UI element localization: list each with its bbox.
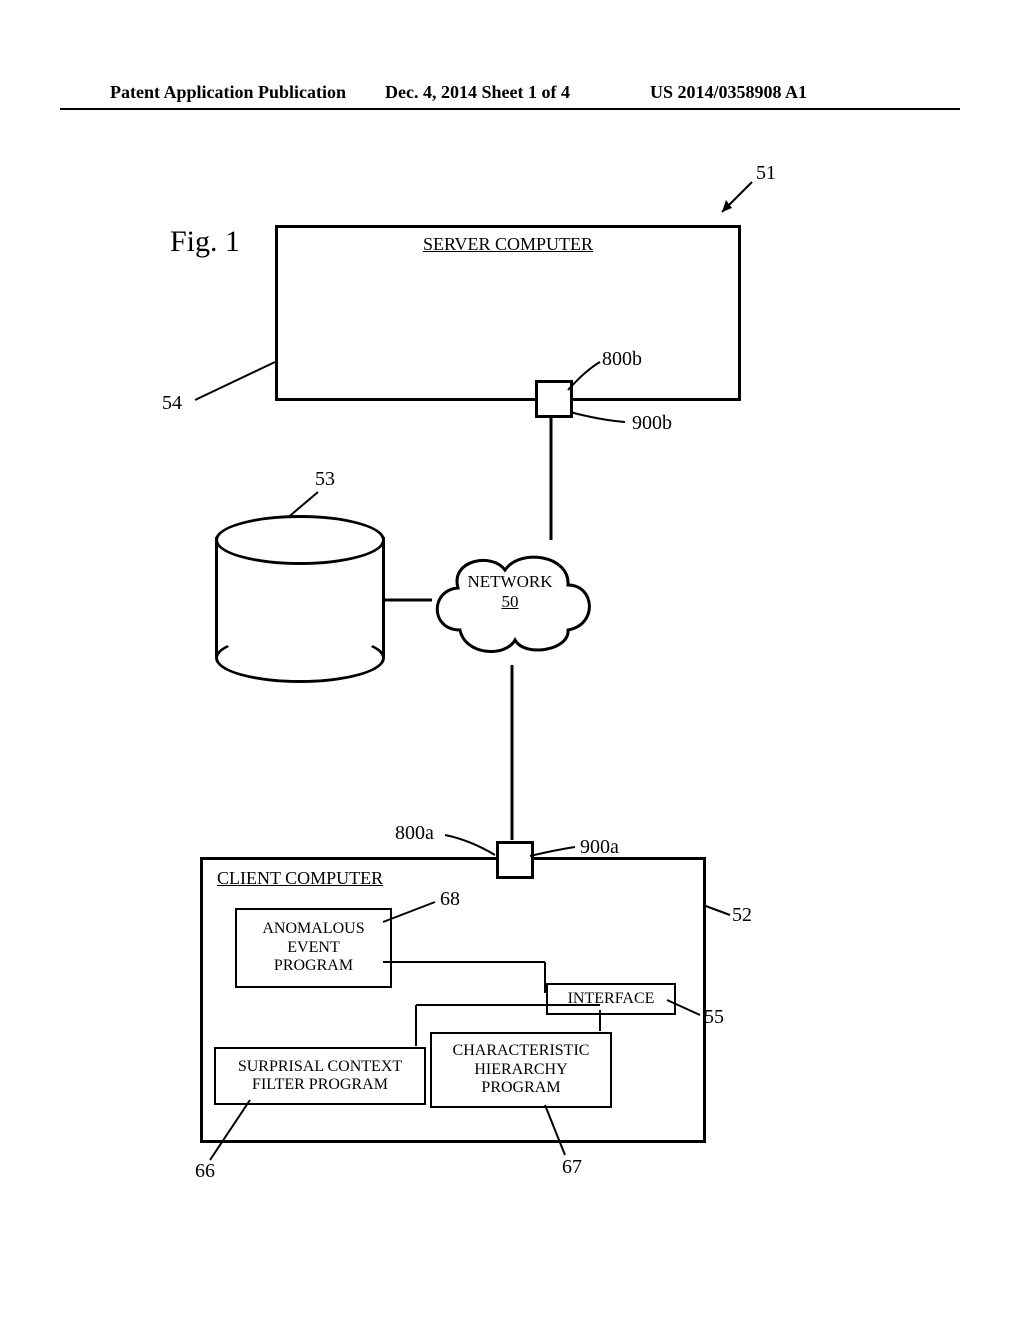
interface-label: INTERFACE bbox=[568, 990, 655, 1008]
ref-800b: 800b bbox=[602, 348, 642, 371]
anomalous-l2: EVENT bbox=[287, 939, 339, 957]
port-800a-box bbox=[496, 841, 534, 879]
header-center: Dec. 4, 2014 Sheet 1 of 4 bbox=[385, 82, 570, 103]
ref-52: 52 bbox=[732, 904, 752, 927]
network-id: 50 bbox=[420, 592, 600, 612]
page: Patent Application Publication Dec. 4, 2… bbox=[0, 0, 1024, 1320]
anomalous-l1: ANOMALOUS bbox=[262, 920, 364, 938]
ref-900b: 900b bbox=[632, 412, 672, 435]
network-label: NETWORK bbox=[420, 530, 600, 592]
ref-68: 68 bbox=[440, 888, 460, 911]
database-cylinder-icon bbox=[215, 515, 385, 685]
client-computer-title: CLIENT COMPUTER bbox=[217, 868, 383, 889]
ref-51: 51 bbox=[756, 162, 776, 185]
ref-800a: 800a bbox=[395, 822, 434, 845]
characteristic-hierarchy-program-box: CHARACTERISTIC HIERARCHY PROGRAM bbox=[430, 1032, 612, 1108]
ref-53: 53 bbox=[315, 468, 335, 491]
network-cloud-label: NETWORK 50 bbox=[420, 530, 600, 612]
scf-l2: FILTER PROGRAM bbox=[252, 1076, 388, 1094]
server-computer-title: SERVER COMPUTER bbox=[278, 234, 738, 255]
port-800b-box bbox=[535, 380, 573, 418]
chp-l3: PROGRAM bbox=[481, 1079, 560, 1097]
ref-67: 67 bbox=[562, 1156, 582, 1179]
anomalous-event-program-box: ANOMALOUS EVENT PROGRAM bbox=[235, 908, 392, 988]
network-cloud: NETWORK 50 bbox=[420, 530, 600, 670]
header-right: US 2014/0358908 A1 bbox=[650, 82, 807, 103]
chp-l2: HIERARCHY bbox=[474, 1061, 567, 1079]
ref-55: 55 bbox=[704, 1006, 724, 1029]
header-left: Patent Application Publication bbox=[110, 82, 346, 103]
ref-900a: 900a bbox=[580, 836, 619, 859]
anomalous-l3: PROGRAM bbox=[274, 957, 353, 975]
header-rule bbox=[60, 108, 960, 110]
figure-label: Fig. 1 bbox=[170, 225, 240, 259]
server-computer-box: SERVER COMPUTER bbox=[275, 225, 741, 401]
interface-box: INTERFACE bbox=[546, 983, 676, 1015]
chp-l1: CHARACTERISTIC bbox=[453, 1042, 590, 1060]
scf-l1: SURPRISAL CONTEXT bbox=[238, 1058, 402, 1076]
surprisal-context-filter-program-box: SURPRISAL CONTEXT FILTER PROGRAM bbox=[214, 1047, 426, 1105]
ref-54: 54 bbox=[162, 392, 182, 415]
ref-66: 66 bbox=[195, 1160, 215, 1183]
